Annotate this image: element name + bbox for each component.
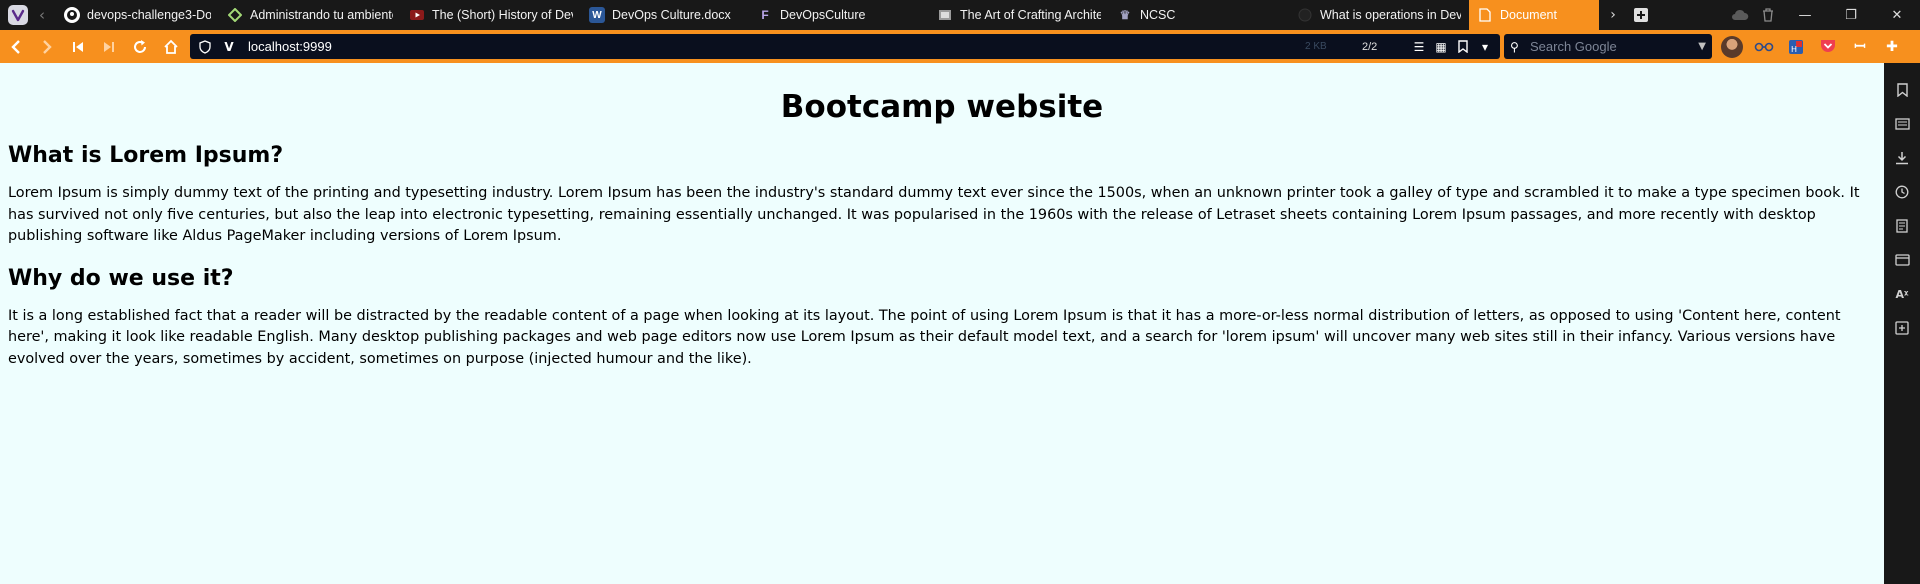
page-title: Bootcamp website	[780, 89, 1104, 125]
glasses-icon[interactable]	[1748, 30, 1780, 63]
section-heading: What is Lorem Ipsum?	[8, 143, 284, 168]
vivaldi-menu-icon[interactable]	[8, 5, 28, 25]
close-icon[interactable]: ✕	[1874, 0, 1920, 30]
forward-icon[interactable]	[31, 30, 62, 63]
tab-label: Administrando tu ambiente	[250, 8, 393, 22]
reload-icon[interactable]	[124, 30, 155, 63]
tab-label: DevOpsCulture	[780, 8, 866, 22]
tab-document[interactable]: Document	[1469, 0, 1599, 30]
new-tab-icon[interactable]	[1627, 0, 1655, 30]
youtube-icon	[409, 7, 425, 23]
site-info-icon[interactable]: V	[220, 38, 238, 56]
tab-label: The (Short) History of DevOps	[432, 8, 573, 22]
tab-label: devops-challenge3-Docker	[87, 8, 211, 22]
bookmarks-panel-icon[interactable]	[1884, 73, 1920, 107]
page-content: Bootcamp website What is Lorem Ipsum? Lo…	[0, 63, 1884, 584]
back-icon[interactable]	[0, 30, 31, 63]
tab-administrando[interactable]: Administrando tu ambiente	[219, 0, 401, 30]
url-text[interactable]: localhost:9999	[248, 39, 332, 54]
extension-badge-icon[interactable]: H	[1780, 30, 1812, 63]
crest-icon: ♛	[1119, 8, 1131, 22]
tab-bar: ‹ devops-challenge3-Docker Administrando…	[0, 0, 1920, 30]
address-toolbar: V localhost:9999 2 KB 2/2 ☰ ▦ ▾ ⚲ ▼ H ꟷ …	[0, 30, 1920, 63]
reader-view-icon[interactable]: ☰	[1410, 34, 1428, 59]
address-bar[interactable]: V localhost:9999 2 KB 2/2 ☰ ▦ ▾	[190, 34, 1500, 59]
diamond-icon	[227, 7, 243, 23]
github-icon	[64, 7, 80, 23]
restore-icon[interactable]: ❐	[1828, 0, 1874, 30]
tab-devops-culture-docx[interactable]: W DevOps Culture.docx	[581, 0, 749, 30]
tab-scroll-right-icon[interactable]: ›	[1599, 0, 1627, 30]
section-paragraph: Lorem Ipsum is simply dummy text of the …	[8, 185, 1860, 244]
tab-count-label: 2/2	[1362, 40, 1378, 53]
tab-label: The Art of Crafting Architecture	[960, 8, 1101, 22]
history-icon[interactable]	[1884, 175, 1920, 209]
trash-icon[interactable]	[1754, 0, 1782, 30]
extensions-puzzle-icon[interactable]: ✚	[1876, 30, 1908, 63]
translate-panel-icon[interactable]: Aᵡ	[1884, 277, 1920, 311]
shield-icon[interactable]	[196, 38, 214, 56]
tab-devops-challenge[interactable]: devops-challenge3-Docker	[56, 0, 219, 30]
sync-cloud-icon[interactable]	[1726, 0, 1754, 30]
tab-art-of-crafting[interactable]: The Art of Crafting Architecture	[929, 0, 1109, 30]
pocket-icon[interactable]	[1812, 30, 1844, 63]
tab-history-of-devops[interactable]: The (Short) History of DevOps	[401, 0, 581, 30]
add-web-panel-icon[interactable]	[1884, 311, 1920, 345]
document-icon	[1477, 7, 1493, 23]
section-paragraph: It is a long established fact that a rea…	[8, 307, 1841, 367]
translate-icon[interactable]: ꟷ	[1844, 30, 1876, 63]
f-icon: F	[761, 8, 769, 22]
tab-label: NCSC	[1140, 8, 1176, 22]
profile-avatar[interactable]	[1716, 30, 1748, 63]
notes-icon[interactable]	[1884, 209, 1920, 243]
bookmark-icon[interactable]	[1454, 34, 1472, 59]
globe-icon	[1297, 7, 1313, 23]
search-field[interactable]: ⚲ ▼	[1504, 34, 1712, 59]
word-icon: W	[589, 7, 605, 23]
tab-label: Document	[1500, 8, 1557, 22]
window-panel-icon[interactable]	[1884, 243, 1920, 277]
rewind-icon[interactable]	[62, 30, 93, 63]
qr-code-icon[interactable]: ▦	[1432, 34, 1450, 59]
page-icon	[937, 7, 953, 23]
tab-back-icon[interactable]: ‹	[28, 6, 56, 24]
home-icon[interactable]	[155, 30, 186, 63]
address-dropdown-icon[interactable]: ▾	[1476, 34, 1494, 59]
search-input[interactable]	[1530, 39, 1690, 54]
tab-label: DevOps Culture.docx	[612, 8, 731, 22]
minimize-icon[interactable]: —	[1782, 0, 1828, 30]
fast-forward-icon[interactable]	[93, 30, 124, 63]
downloads-icon[interactable]	[1884, 141, 1920, 175]
tab-label: What is operations in DevOps	[1320, 8, 1461, 22]
side-panel: Aᵡ	[1884, 63, 1920, 584]
svg-text:H: H	[1791, 45, 1797, 54]
tab-what-is-operations[interactable]: What is operations in DevOps	[1289, 0, 1469, 30]
reading-list-icon[interactable]	[1884, 107, 1920, 141]
search-engine-dropdown-icon[interactable]: ▼	[1698, 41, 1706, 52]
page-size-label: 2 KB	[1305, 41, 1327, 52]
tab-ncsc[interactable]: ♛ NCSC	[1109, 0, 1289, 30]
tab-devopsculture[interactable]: F DevOpsCulture	[749, 0, 929, 30]
search-icon: ⚲	[1510, 39, 1519, 54]
section-heading: Why do we use it?	[8, 265, 234, 291]
